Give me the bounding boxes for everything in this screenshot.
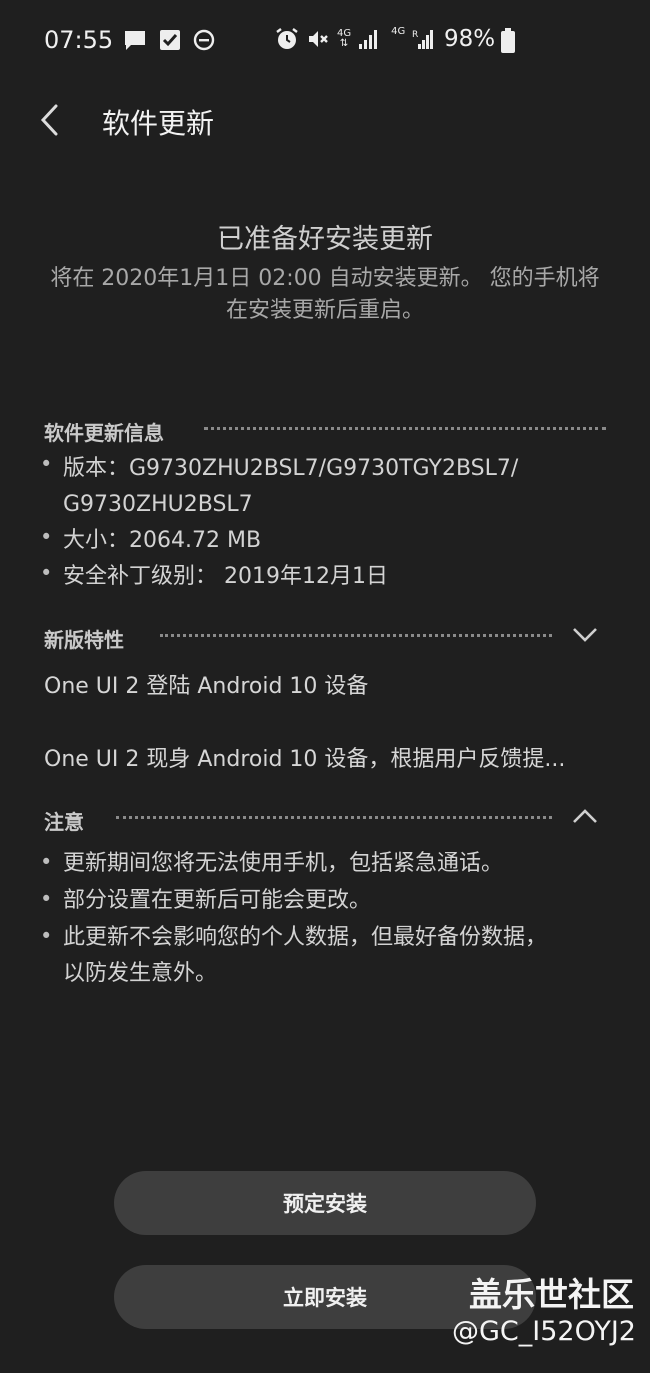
section-title-update-info: 软件更新信息 bbox=[44, 421, 164, 445]
alarm-icon bbox=[276, 28, 298, 49]
status-time: 07:55 bbox=[44, 26, 114, 54]
4g-icon: 4G ⇅ bbox=[337, 28, 352, 49]
section-divider bbox=[116, 816, 552, 819]
section-title-features[interactable]: 新版特性 bbox=[44, 624, 124, 653]
bullet: • bbox=[40, 452, 53, 476]
chevron-down-icon[interactable] bbox=[572, 627, 598, 643]
update-ready-title: 已准备好安装更新 bbox=[217, 224, 433, 255]
dnd-icon bbox=[193, 29, 215, 51]
bullet: • bbox=[40, 924, 53, 948]
schedule-install-button[interactable]: 预定安装 bbox=[114, 1171, 536, 1235]
watermark-handle: @GC_I52OYJ2 bbox=[451, 1316, 636, 1347]
info-version-line2: G9730ZHU2BSL7 bbox=[63, 492, 253, 517]
mute-icon bbox=[309, 31, 328, 47]
4g-icon: 4G bbox=[391, 26, 406, 37]
back-arrow-icon[interactable] bbox=[38, 102, 62, 138]
check-icon bbox=[160, 30, 180, 50]
page-title: 软件更新 bbox=[102, 107, 215, 140]
bullet: • bbox=[40, 525, 53, 549]
svg-text:R: R bbox=[412, 30, 418, 40]
battery-icon bbox=[501, 28, 515, 53]
bullet: • bbox=[40, 887, 53, 911]
info-size: 大小：2064.72 MB bbox=[63, 528, 262, 553]
section-divider bbox=[204, 427, 606, 430]
battery-percent: 98% bbox=[444, 26, 496, 52]
info-security-patch: 安全补丁级别： 2019年12月1日 bbox=[63, 564, 388, 589]
notice-item-2: 部分设置在更新后可能会更改。 bbox=[63, 888, 372, 913]
bullet: • bbox=[40, 561, 53, 585]
watermark-title: 盖乐世社区 bbox=[469, 1275, 634, 1314]
section-title-notice[interactable]: 注意 bbox=[44, 806, 84, 835]
notice-item-3-line2: 以防发生意外。 bbox=[63, 961, 218, 986]
chevron-up-icon[interactable] bbox=[572, 808, 598, 824]
signal-icon bbox=[359, 30, 378, 49]
status-bar: 07:55 4G ⇅ 4G R 98% bbox=[0, 18, 650, 64]
chat-icon bbox=[125, 31, 145, 50]
status-left-icons bbox=[123, 29, 215, 51]
notice-item-3-line1: 此更新不会影响您的个人数据，但最好备份数据， bbox=[63, 925, 548, 950]
info-version-line1: 版本：G9730ZHU2BSL7/G9730TGY2BSL7/ bbox=[63, 456, 519, 481]
update-ready-subtitle: 将在 2020年1月1日 02:00 自动安装更新。 您的手机将在安装更新后重启… bbox=[50, 266, 600, 323]
features-line1: One UI 2 登陆 Android 10 设备 bbox=[44, 674, 369, 699]
signal-r-icon: R bbox=[412, 30, 434, 49]
section-divider bbox=[160, 634, 552, 637]
status-right-icons: 4G ⇅ 4G R bbox=[275, 27, 434, 51]
bullet: • bbox=[40, 850, 53, 874]
features-line2: One UI 2 现身 Android 10 设备，根据用户反馈提... bbox=[44, 747, 566, 772]
notice-item-1: 更新期间您将无法使用手机，包括紧急通话。 bbox=[63, 851, 504, 876]
